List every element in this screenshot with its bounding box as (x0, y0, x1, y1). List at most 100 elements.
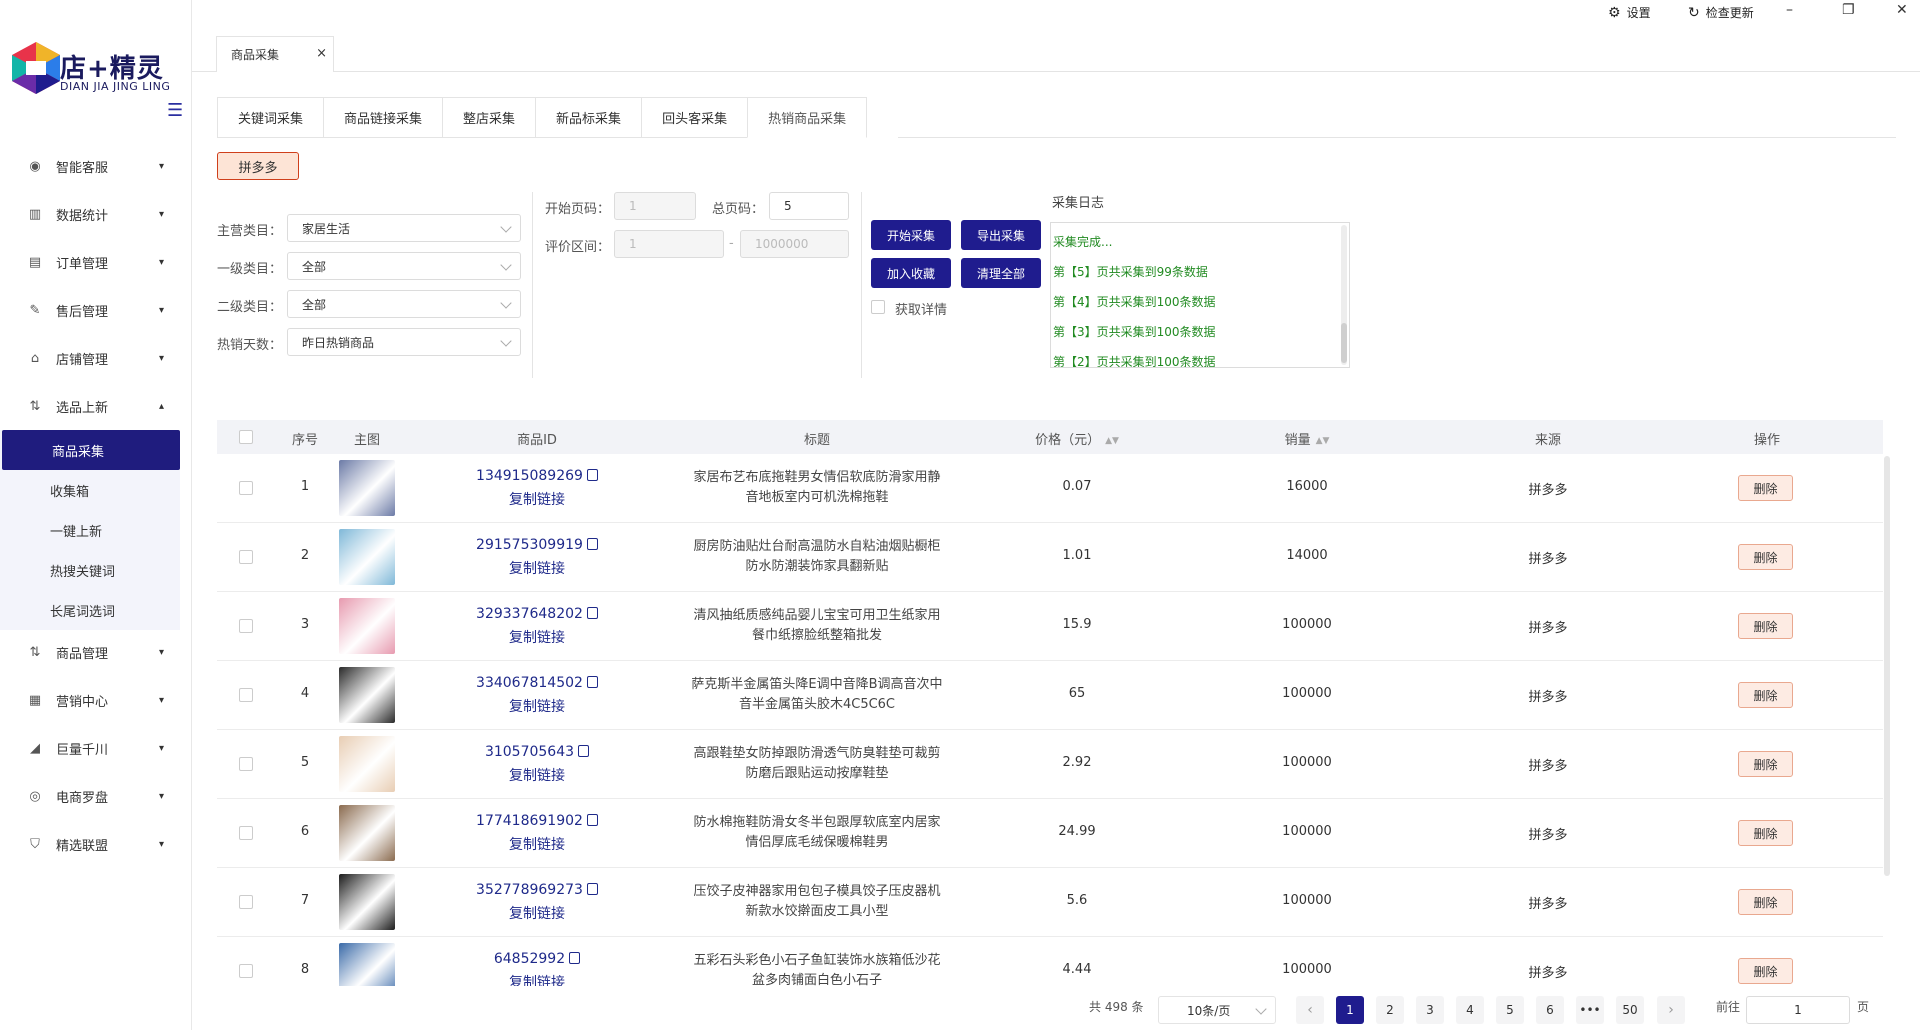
edit-icon: ✎ (29, 302, 41, 318)
delete-button[interactable]: 删除 (1738, 751, 1793, 777)
copy-link-button[interactable]: 复制链接 (447, 765, 627, 785)
hot-days-select[interactable]: 昨日热销商品 (287, 328, 521, 356)
review-max-input[interactable]: 1000000 (740, 230, 849, 258)
copy-link-button[interactable]: 复制链接 (447, 489, 627, 509)
next-page-button[interactable]: › (1657, 996, 1685, 1024)
goto-page-input[interactable]: 1 (1746, 996, 1850, 1024)
copy-link-button[interactable]: 复制链接 (447, 558, 627, 578)
sidebar-item-6[interactable]: ⇅ 选品上新 ▴ (0, 382, 192, 430)
row-checkbox[interactable] (239, 826, 253, 840)
delete-button[interactable]: 删除 (1738, 820, 1793, 846)
row-checkbox[interactable] (239, 619, 253, 633)
page-button[interactable]: 5 (1496, 996, 1524, 1024)
export-collect-button[interactable]: 导出采集 (961, 220, 1041, 250)
copy-link-button[interactable]: 复制链接 (447, 834, 627, 854)
fetch-detail-checkbox[interactable] (871, 300, 885, 314)
row-checkbox[interactable] (239, 688, 253, 702)
copy-icon[interactable] (586, 607, 598, 619)
submenu-item-1[interactable]: 商品采集 (2, 430, 180, 470)
subtab-4[interactable]: 新品标采集 (535, 97, 642, 138)
submenu-item-4[interactable]: 热搜关键词 (0, 550, 180, 590)
level1-category-select[interactable]: 全部 (287, 252, 521, 280)
add-favorite-button[interactable]: 加入收藏 (871, 258, 951, 288)
clear-all-button[interactable]: 清理全部 (961, 258, 1041, 288)
header-price[interactable]: 价格（元） ▲▼ (987, 429, 1167, 448)
subtab-3[interactable]: 整店采集 (442, 97, 536, 138)
row-checkbox[interactable] (239, 481, 253, 495)
row-checkbox[interactable] (239, 757, 253, 771)
delete-button[interactable]: 删除 (1738, 475, 1793, 501)
close-tab-icon[interactable]: × (316, 46, 327, 61)
copy-link-button[interactable]: 复制链接 (447, 696, 627, 716)
subtab-5[interactable]: 回头客采集 (641, 97, 748, 138)
copy-icon[interactable] (586, 538, 598, 550)
page-button[interactable]: 1 (1336, 996, 1364, 1024)
main-category-select[interactable]: 家居生活 (287, 214, 521, 242)
start-page-input[interactable]: 1 (614, 192, 696, 220)
total-page-input[interactable]: 5 (769, 192, 849, 220)
sidebar-item-11[interactable]: ⛉ 精选联盟 ▾ (0, 820, 192, 868)
copy-icon[interactable] (578, 745, 590, 757)
row-checkbox[interactable] (239, 550, 253, 564)
copy-icon[interactable] (569, 952, 581, 964)
level2-category-select[interactable]: 全部 (287, 290, 521, 318)
copy-link-button[interactable]: 复制链接 (447, 903, 627, 923)
sidebar-item-4[interactable]: ✎ 售后管理 ▾ (0, 286, 192, 334)
submenu-item-5[interactable]: 长尾词选词 (0, 590, 180, 630)
copy-link-button[interactable]: 复制链接 (447, 972, 627, 986)
settings-button[interactable]: ⚙ 设置 (1608, 4, 1651, 21)
row-checkbox[interactable] (239, 895, 253, 909)
sidebar-item-8[interactable]: ▦ 营销中心 ▾ (0, 676, 192, 724)
delete-button[interactable]: 删除 (1738, 613, 1793, 639)
copy-icon[interactable] (586, 676, 598, 688)
sidebar-item-9[interactable]: ◢ 巨量千川 ▾ (0, 724, 192, 772)
delete-button[interactable]: 删除 (1738, 682, 1793, 708)
log-scrollbar-thumb[interactable] (1341, 323, 1347, 363)
page-button[interactable]: 6 (1536, 996, 1564, 1024)
page-tab-label: 商品采集 (231, 48, 280, 62)
product-id: 352778969273 (476, 882, 583, 898)
page-button[interactable]: 3 (1416, 996, 1444, 1024)
sidebar-item-5[interactable]: ⌂ 店铺管理 ▾ (0, 334, 192, 382)
sidebar-item-3[interactable]: ▤ 订单管理 ▾ (0, 238, 192, 286)
page-button[interactable]: 4 (1456, 996, 1484, 1024)
subtab-6[interactable]: 热销商品采集 (747, 97, 868, 138)
delete-button[interactable]: 删除 (1738, 958, 1793, 984)
delete-button[interactable]: 删除 (1738, 544, 1793, 570)
close-window-button[interactable]: ✕ (1896, 2, 1908, 18)
start-collect-button[interactable]: 开始采集 (871, 220, 951, 250)
subtab-2[interactable]: 商品链接采集 (323, 97, 443, 138)
header-sales[interactable]: 销量 ▲▼ (1217, 429, 1397, 448)
more-pages-button[interactable]: ••• (1576, 996, 1604, 1024)
sidebar-item-1[interactable]: ◉ 智能客服 ▾ (0, 142, 192, 190)
copy-icon[interactable] (586, 883, 598, 895)
submenu-item-3[interactable]: 一键上新 (0, 510, 180, 550)
page-button[interactable]: 50 (1616, 996, 1644, 1024)
page-tab-product-collect[interactable]: 商品采集 × (216, 36, 334, 72)
check-update-button[interactable]: ↻ 检查更新 (1688, 4, 1754, 21)
restore-button[interactable]: ❐ (1842, 2, 1855, 18)
delete-button[interactable]: 删除 (1738, 889, 1793, 915)
copy-icon[interactable] (586, 469, 598, 481)
submenu-item-2[interactable]: 收集箱 (0, 470, 180, 510)
platform-pinduoduo-button[interactable]: 拼多多 (217, 152, 299, 180)
sidebar-item-2[interactable]: ▥ 数据统计 ▾ (0, 190, 192, 238)
minimize-button[interactable]: – (1786, 2, 1793, 18)
table-scrollbar-thumb[interactable] (1884, 456, 1890, 876)
review-min-input[interactable]: 1 (614, 230, 724, 258)
row-checkbox[interactable] (239, 964, 253, 978)
prev-page-button[interactable]: ‹ (1296, 996, 1324, 1024)
subtab-1[interactable]: 关键词采集 (217, 97, 324, 138)
sort-icon[interactable]: ▲▼ (1105, 436, 1119, 446)
sidebar-item-10[interactable]: ◎ 电商罗盘 ▾ (0, 772, 192, 820)
product-title-line2: 情侣厚底毛绒保暖棉鞋男 (745, 835, 889, 850)
page-size-select[interactable]: 10条/页 (1158, 996, 1276, 1024)
collapse-menu-icon[interactable]: ☰ (167, 102, 189, 120)
sidebar-item-7[interactable]: ⇅ 商品管理 ▾ (0, 628, 192, 676)
page-button[interactable]: 2 (1376, 996, 1404, 1024)
sidebar-item-label: 智能客服 (56, 160, 109, 176)
copy-icon[interactable] (586, 814, 598, 826)
sort-icon[interactable]: ▲▼ (1316, 436, 1330, 446)
copy-link-button[interactable]: 复制链接 (447, 627, 627, 647)
select-all-checkbox[interactable] (239, 430, 253, 444)
